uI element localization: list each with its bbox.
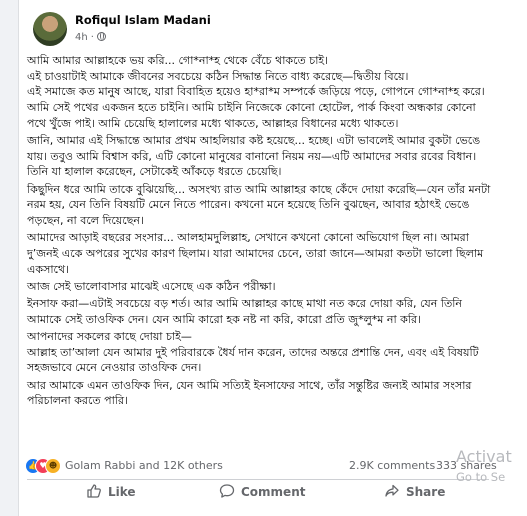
share-icon — [385, 484, 399, 497]
comments-count[interactable]: 2.9K comments — [349, 459, 435, 472]
comment-label: Comment — [241, 485, 306, 499]
post-body: আমি আমার আল্লাহকে ভয় করি... গো*না*হ থেক… — [27, 53, 493, 410]
post-paragraph: ইনসাফ করা—এটাই সবচেয়ে বড় শর্ত। আর আমি … — [27, 297, 462, 326]
haha-reaction-icon: ☻ — [45, 458, 61, 474]
watermark-line2: Go to Se — [456, 470, 506, 484]
post-meta: 4h · — [75, 32, 106, 43]
post-time[interactable]: 4h — [75, 32, 88, 43]
comment-icon — [219, 484, 235, 498]
post-paragraph: আমাদের আড়াই বছরের সংসার... আলহামদুলিল্ল… — [27, 231, 484, 276]
thumbs-up-icon — [87, 484, 101, 498]
comment-button[interactable]: Comment — [219, 483, 305, 503]
activate-windows-watermark: Activat Go to Se — [456, 447, 512, 487]
globe-icon — [96, 32, 106, 41]
post-paragraph: আপনাদের সকলের কাছে দোয়া চাই— আল্লাহ তা’… — [27, 329, 479, 375]
post-paragraph: কিছুদিন ধরে আমি তাকে বুঝিয়েছি... অসংখ্য… — [27, 182, 491, 228]
post-paragraph: জানি, আমার এই সিদ্ধান্তে আমার প্রথম আহলি… — [27, 134, 481, 179]
post-paragraph: আমি আমার আল্লাহকে ভয় করি... গো*না*হ থেক… — [27, 54, 485, 130]
watermark-line1: Activat — [456, 447, 512, 466]
post-actions: Like Comment Share — [27, 481, 489, 503]
author-name[interactable]: Rofiqul Islam Madani — [75, 13, 211, 27]
post-paragraph: আজ সেই ভালোবাসার মাঝেই এসেছে এক কঠিন পরী… — [27, 279, 276, 293]
divider — [27, 479, 489, 480]
post-card: Rofiqul Islam Madani 4h · আমি আমার আল্লাহ… — [18, 0, 527, 516]
like-label: Like — [108, 485, 136, 499]
reaction-summary[interactable]: Golam Rabbi and 12K others — [65, 459, 223, 472]
post-paragraph: আর আমাকে এমন তাওফিক দিন, যেন আমি সত্যিই … — [27, 378, 472, 408]
reactions-bar: 👍 ♥ ☻ Golam Rabbi and 12K others 2.9K co… — [25, 458, 497, 474]
share-label: Share — [406, 485, 446, 499]
author-avatar[interactable] — [33, 12, 67, 46]
share-button[interactable]: Share — [384, 483, 445, 503]
like-button[interactable]: Like — [86, 483, 136, 503]
